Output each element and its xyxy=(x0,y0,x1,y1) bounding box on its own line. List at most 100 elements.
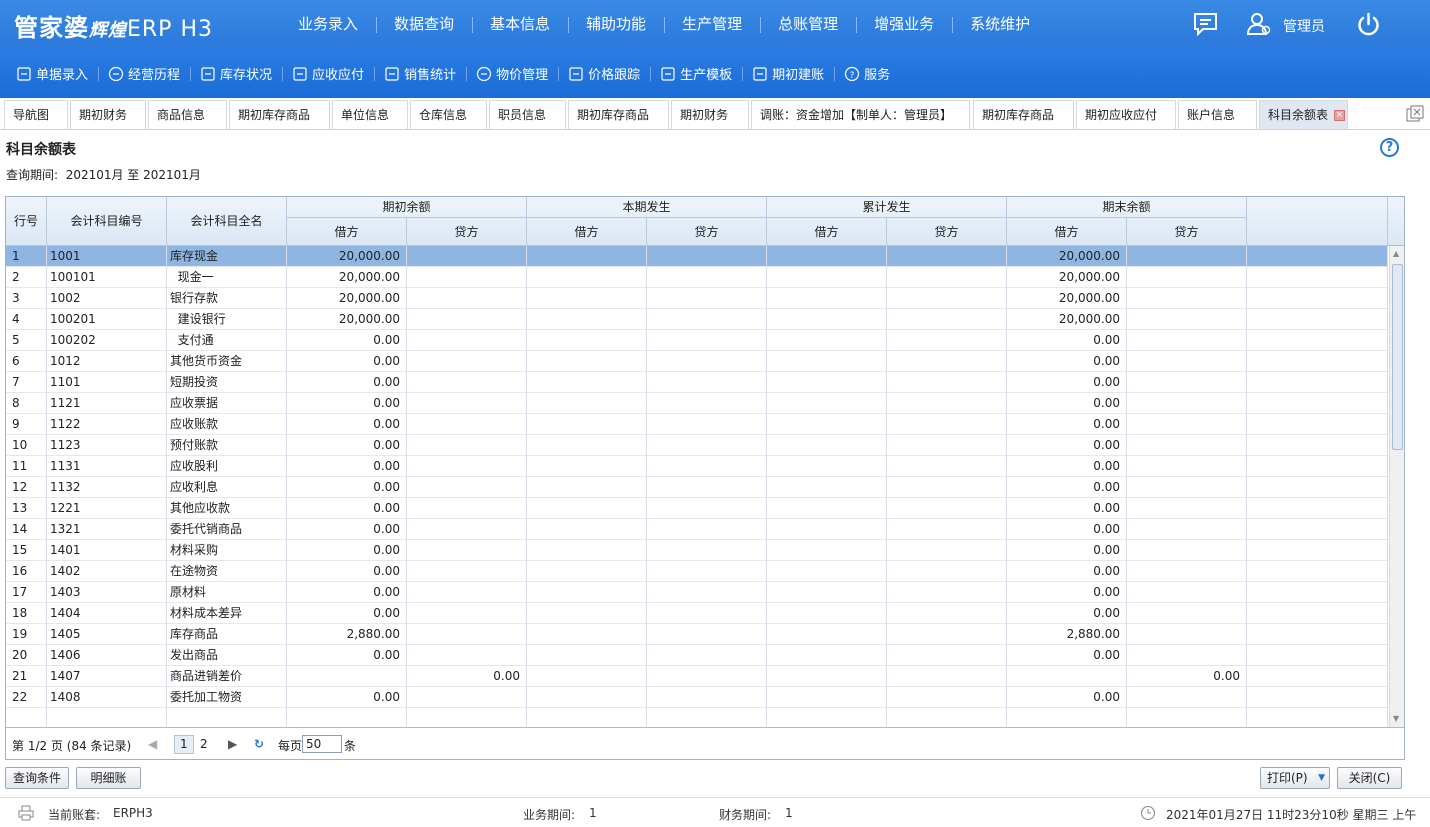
user-icon[interactable] xyxy=(1246,12,1272,36)
table-cell xyxy=(1247,582,1388,603)
table-row[interactable]: 7 1101 短期投资 0.00 0.00 xyxy=(6,372,1388,393)
tab-6[interactable]: 职员信息 xyxy=(489,100,566,129)
vertical-scrollbar[interactable]: ▲ ▼ xyxy=(1389,246,1404,727)
toolbar-item[interactable]: 应收应付 xyxy=(282,49,374,98)
power-icon[interactable] xyxy=(1356,12,1381,37)
table-cell xyxy=(767,351,887,372)
user-name[interactable]: 管理员 xyxy=(1283,16,1325,36)
table-row[interactable]: 3 1002 银行存款 20,000.00 20,000.00 xyxy=(6,288,1388,309)
table-row[interactable]: 13 1221 其他应收款 0.00 0.00 xyxy=(6,498,1388,519)
tab-9[interactable]: 调账：资金增加【制单人：管理员】 xyxy=(751,100,970,129)
main-nav-item[interactable]: 基本信息 xyxy=(472,0,568,49)
table-row[interactable]: 1 1001 库存现金 20,000.00 20,000.00 xyxy=(6,246,1388,267)
scroll-up-icon[interactable]: ▲ xyxy=(1393,249,1399,258)
tab-8[interactable]: 期初财务 xyxy=(671,100,749,129)
toolbar-item[interactable]: 期初建账 xyxy=(742,49,834,98)
toolbar-item[interactable]: 物价管理 xyxy=(466,49,558,98)
header-group[interactable]: 期末余额 xyxy=(1007,197,1247,218)
close-all-tabs-icon[interactable] xyxy=(1406,105,1424,123)
table-row[interactable]: 11 1131 应收股利 0.00 0.00 xyxy=(6,456,1388,477)
toolbar-item[interactable]: 库存状况 xyxy=(190,49,282,98)
help-icon[interactable]: ? xyxy=(1380,138,1399,157)
print-button[interactable]: 打印(P) ▼ xyxy=(1260,767,1330,789)
message-icon[interactable] xyxy=(1193,12,1218,36)
tab-5[interactable]: 仓库信息 xyxy=(410,100,487,129)
header-group[interactable]: 累计发生 xyxy=(767,197,1007,218)
header-group[interactable]: 本期发生 xyxy=(527,197,767,218)
table-cell xyxy=(527,687,647,708)
table-row[interactable]: 12 1132 应收利息 0.00 0.00 xyxy=(6,477,1388,498)
tab-4[interactable]: 单位信息 xyxy=(332,100,408,129)
tab-1[interactable]: 期初财务 xyxy=(70,100,146,129)
table-row[interactable]: 17 1403 原材料 0.00 0.00 xyxy=(6,582,1388,603)
header-debit[interactable]: 借方 xyxy=(287,218,407,246)
table-row[interactable]: 22 1408 委托加工物资 0.00 0.00 xyxy=(6,687,1388,708)
toolbar-item[interactable]: ? 服务 xyxy=(834,49,900,98)
header-debit[interactable]: 借方 xyxy=(527,218,647,246)
header-debit[interactable]: 借方 xyxy=(1007,218,1127,246)
tab-13[interactable]: 科目余额表 × xyxy=(1259,100,1348,129)
table-row[interactable]: 21 1407 商品进销差价 0.00 0.00 xyxy=(6,666,1388,687)
tab-3[interactable]: 期初库存商品 xyxy=(229,100,330,129)
scroll-down-icon[interactable]: ▼ xyxy=(1393,714,1399,723)
table-row[interactable]: 2 100101 现金一 20,000.00 20,000.00 xyxy=(6,267,1388,288)
table-row[interactable]: 4 100201 建设银行 20,000.00 20,000.00 xyxy=(6,309,1388,330)
tab-12[interactable]: 账户信息 xyxy=(1178,100,1257,129)
tab-7[interactable]: 期初库存商品 xyxy=(568,100,669,129)
header-code[interactable]: 会计科目编号 xyxy=(47,197,167,246)
table-cell xyxy=(47,708,167,727)
table-row[interactable]: 10 1123 预付账款 0.00 0.00 xyxy=(6,435,1388,456)
toolbar-item[interactable]: 价格跟踪 xyxy=(558,49,650,98)
per-page-input[interactable]: 50 xyxy=(302,735,342,753)
tab-10[interactable]: 期初库存商品 xyxy=(973,100,1074,129)
main-nav-item[interactable]: 业务录入 xyxy=(280,0,376,49)
main-nav-item[interactable]: 生产管理 xyxy=(664,0,760,49)
query-conditions-button[interactable]: 查询条件 xyxy=(5,767,69,789)
table-row[interactable]: 15 1401 材料采购 0.00 0.00 xyxy=(6,540,1388,561)
header-name[interactable]: 会计科目全名 xyxy=(167,197,287,246)
table-row[interactable]: 20 1406 发出商品 0.00 0.00 xyxy=(6,645,1388,666)
main-nav-item[interactable]: 数据查询 xyxy=(376,0,472,49)
scrollbar-thumb[interactable] xyxy=(1392,264,1403,450)
header-credit[interactable]: 贷方 xyxy=(887,218,1007,246)
header-credit[interactable]: 贷方 xyxy=(1127,218,1247,246)
table-row[interactable]: 19 1405 库存商品 2,880.00 2,880.00 xyxy=(6,624,1388,645)
page-1-button[interactable]: 1 xyxy=(174,735,194,754)
toolbar-item[interactable]: 经营历程 xyxy=(98,49,190,98)
close-icon[interactable]: × xyxy=(1334,110,1346,121)
main-nav-item[interactable]: 增强业务 xyxy=(856,0,952,49)
page-2-button[interactable]: 2 xyxy=(200,737,208,751)
main-nav-item[interactable]: 系统维护 xyxy=(952,0,1048,49)
header-group[interactable]: 期初余额 xyxy=(287,197,527,218)
header-credit[interactable]: 贷方 xyxy=(647,218,767,246)
tab-2[interactable]: 商品信息 xyxy=(148,100,227,129)
table-row[interactable]: 16 1402 在途物资 0.00 0.00 xyxy=(6,561,1388,582)
toolbar-item[interactable]: 销售统计 xyxy=(374,49,466,98)
toolbar-item[interactable]: 生产模板 xyxy=(650,49,742,98)
main-nav-item[interactable]: 总账管理 xyxy=(760,0,856,49)
table-row[interactable]: 9 1122 应收账款 0.00 0.00 xyxy=(6,414,1388,435)
tab-label: 单位信息 xyxy=(341,108,390,122)
toolbar-item[interactable]: 单据录入 xyxy=(6,49,98,98)
prev-page-icon[interactable]: ◀ xyxy=(148,737,157,751)
table-row[interactable] xyxy=(6,708,1388,727)
tab-0[interactable]: 导航图 xyxy=(4,100,68,129)
header-credit[interactable]: 贷方 xyxy=(407,218,527,246)
close-button[interactable]: 关闭(C) xyxy=(1337,767,1402,789)
tab-11[interactable]: 期初应收应付 xyxy=(1076,100,1176,129)
detail-ledger-button[interactable]: 明细账 xyxy=(76,767,141,789)
table-cell xyxy=(887,645,1007,666)
refresh-icon[interactable]: ↻ xyxy=(254,737,264,751)
table-row[interactable]: 18 1404 材料成本差异 0.00 0.00 xyxy=(6,603,1388,624)
chevron-down-icon[interactable]: ▼ xyxy=(1318,768,1325,788)
table-row[interactable]: 5 100202 支付通 0.00 0.00 xyxy=(6,330,1388,351)
next-page-icon[interactable]: ▶ xyxy=(228,737,237,751)
table-row[interactable]: 14 1321 委托代销商品 0.00 0.00 xyxy=(6,519,1388,540)
main-nav-item[interactable]: 辅助功能 xyxy=(568,0,664,49)
table-cell: 0.00 xyxy=(287,393,407,414)
table-cell xyxy=(527,246,647,267)
table-row[interactable]: 8 1121 应收票据 0.00 0.00 xyxy=(6,393,1388,414)
table-row[interactable]: 6 1012 其他货币资金 0.00 0.00 xyxy=(6,351,1388,372)
header-row-no[interactable]: 行号 xyxy=(6,197,47,246)
header-debit[interactable]: 借方 xyxy=(767,218,887,246)
